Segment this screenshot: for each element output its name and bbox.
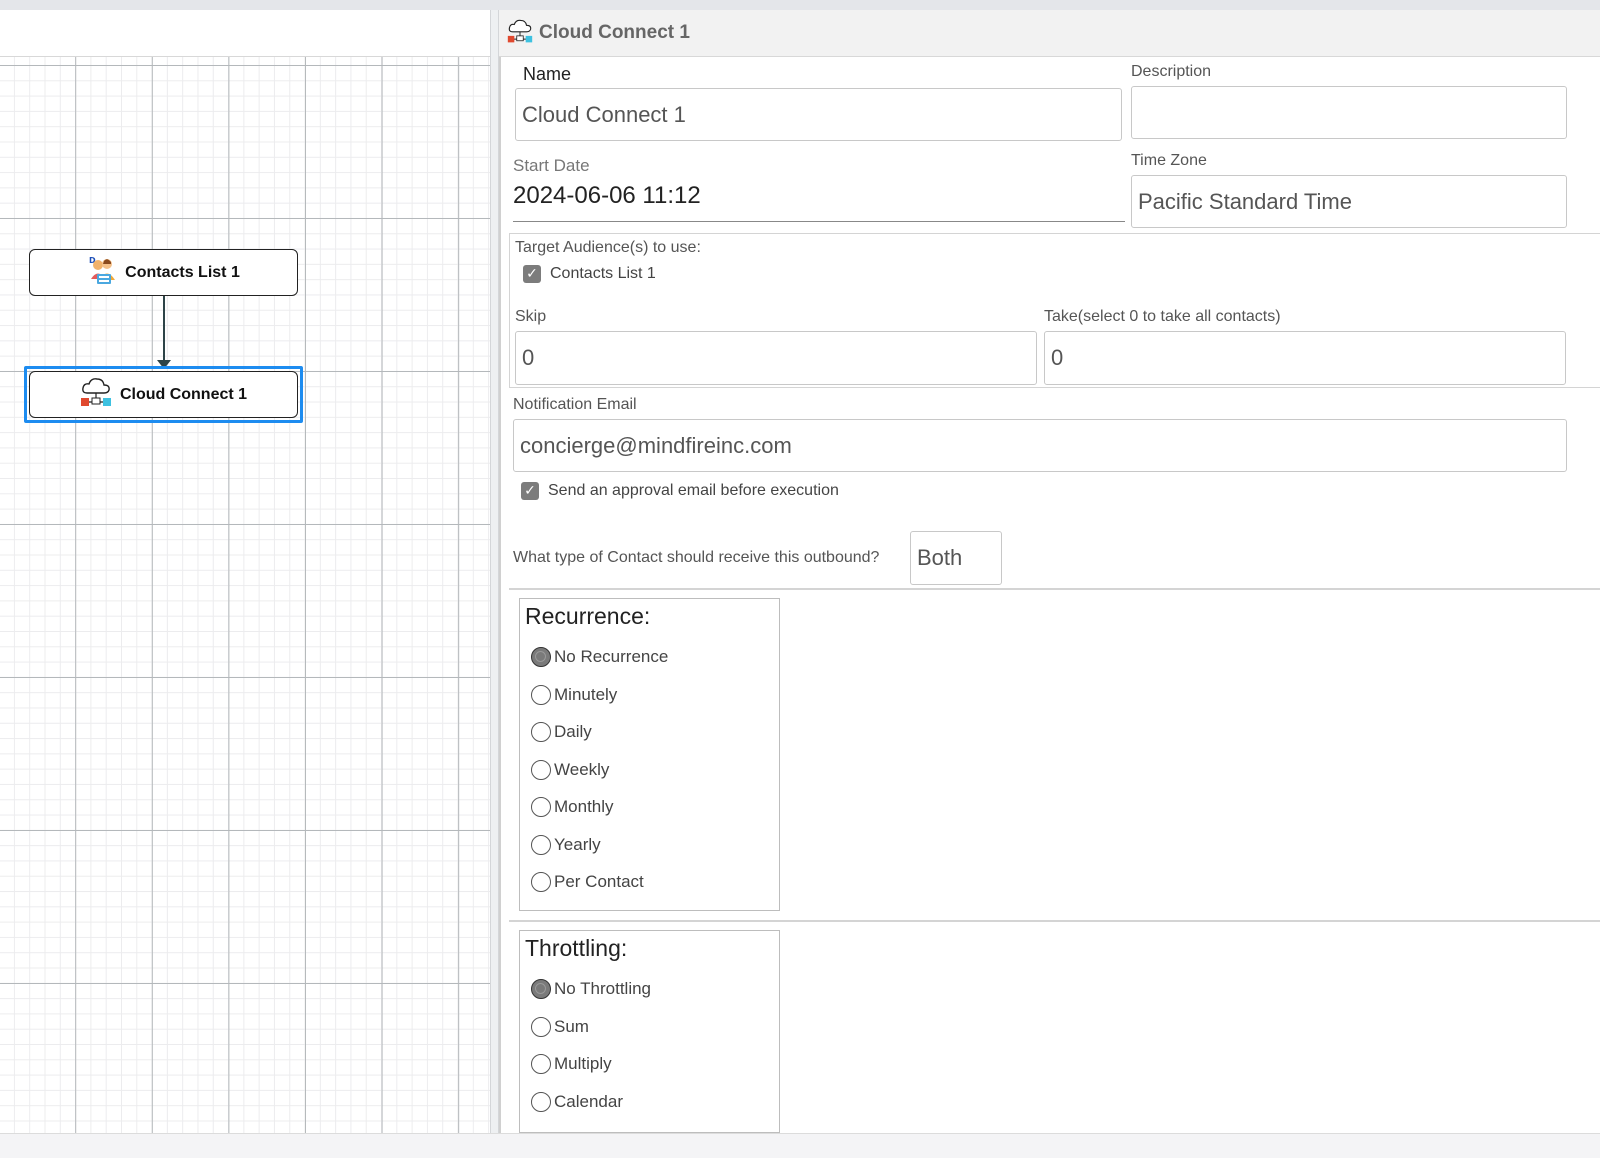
description-field[interactable]	[1131, 86, 1567, 139]
radio-button	[531, 685, 551, 705]
node-label: Cloud Connect 1	[119, 385, 248, 403]
cloud-connect-icon	[80, 377, 112, 412]
connector-line	[163, 296, 165, 364]
node-contacts-list[interactable]: D Contacts List 1	[29, 249, 298, 296]
contact-type-label: What type of Contact should receive this…	[513, 549, 880, 566]
panel-header: Cloud Connect 1	[499, 10, 1600, 57]
divider	[509, 588, 1600, 590]
radio-no-recurrence[interactable]: No Recurrence	[531, 646, 668, 668]
contacts-list-icon: D	[87, 254, 117, 291]
radio-button	[531, 835, 551, 855]
approval-email-label: Send an approval email before execution	[548, 482, 839, 499]
take-field[interactable]: 0	[1044, 331, 1566, 385]
audience-item-label: Contacts List 1	[550, 265, 656, 282]
canvas-grid	[0, 57, 490, 1133]
bottom-bar	[0, 1133, 1600, 1158]
radio-calendar[interactable]: Calendar	[531, 1091, 623, 1113]
radio-minutely[interactable]: Minutely	[531, 684, 617, 706]
radio-button	[531, 1017, 551, 1037]
radio-button	[531, 1092, 551, 1112]
audience-label: Target Audience(s) to use:	[515, 239, 701, 256]
radio-multiply[interactable]: Multiply	[531, 1053, 612, 1075]
divider	[509, 920, 1600, 922]
notification-email-field[interactable]: concierge@mindfireinc.com	[513, 419, 1567, 472]
time-zone-select[interactable]: Pacific Standard Time	[1131, 175, 1567, 228]
throttling-fieldset: Throttling: No Throttling Sum Multiply C…	[519, 930, 780, 1133]
radio-button	[531, 872, 551, 892]
panel-body: Name Cloud Connect 1 Description Start D…	[499, 57, 1600, 1133]
notification-email-label: Notification Email	[513, 396, 637, 413]
radio-per-contact[interactable]: Per Contact	[531, 871, 644, 893]
recurrence-title: Recurrence:	[525, 603, 651, 629]
description-label: Description	[1131, 63, 1212, 80]
checkbox-contacts-list-1[interactable]: ✓	[523, 265, 541, 283]
throttling-title: Throttling:	[525, 935, 628, 961]
node-cloud-connect[interactable]: Cloud Connect 1	[29, 371, 298, 418]
start-date-underline	[513, 221, 1125, 222]
skip-field[interactable]: 0	[515, 331, 1037, 385]
radio-button	[531, 1054, 551, 1074]
approval-email-checkbox[interactable]: ✓	[521, 482, 539, 500]
start-date-field[interactable]: 2024-06-06 11:12	[513, 182, 701, 210]
panel-splitter[interactable]	[490, 10, 499, 1133]
radio-button-checked	[531, 647, 551, 667]
radio-yearly[interactable]: Yearly	[531, 834, 601, 856]
radio-daily[interactable]: Daily	[531, 721, 592, 743]
properties-panel: Cloud Connect 1 Name Cloud Connect 1 Des…	[499, 10, 1600, 1133]
skip-label: Skip	[515, 308, 547, 325]
name-field[interactable]: Cloud Connect 1	[515, 88, 1122, 141]
radio-sum[interactable]: Sum	[531, 1016, 589, 1038]
top-bar	[0, 0, 1600, 10]
contact-type-select[interactable]: Both	[910, 531, 1002, 585]
name-label: Name	[523, 64, 572, 84]
radio-monthly[interactable]: Monthly	[531, 796, 614, 818]
radio-button	[531, 760, 551, 780]
node-label: Contacts List 1	[125, 263, 240, 281]
workflow-canvas[interactable]: D Contacts List 1 Cloud Connect 1	[0, 10, 490, 1133]
recurrence-fieldset: Recurrence: No Recurrence Minutely Daily…	[519, 598, 780, 911]
cloud-connect-icon	[507, 18, 533, 48]
radio-no-throttling[interactable]: No Throttling	[531, 978, 651, 1000]
take-label: Take(select 0 to take all contacts)	[1044, 308, 1281, 325]
start-date-label: Start Date	[513, 156, 590, 175]
radio-weekly[interactable]: Weekly	[531, 759, 609, 781]
radio-button	[531, 722, 551, 742]
time-zone-label: Time Zone	[1131, 152, 1207, 169]
radio-button	[531, 797, 551, 817]
radio-button-checked	[531, 979, 551, 999]
canvas-toolbar-strip	[0, 10, 490, 57]
panel-title: Cloud Connect 1	[539, 22, 690, 43]
